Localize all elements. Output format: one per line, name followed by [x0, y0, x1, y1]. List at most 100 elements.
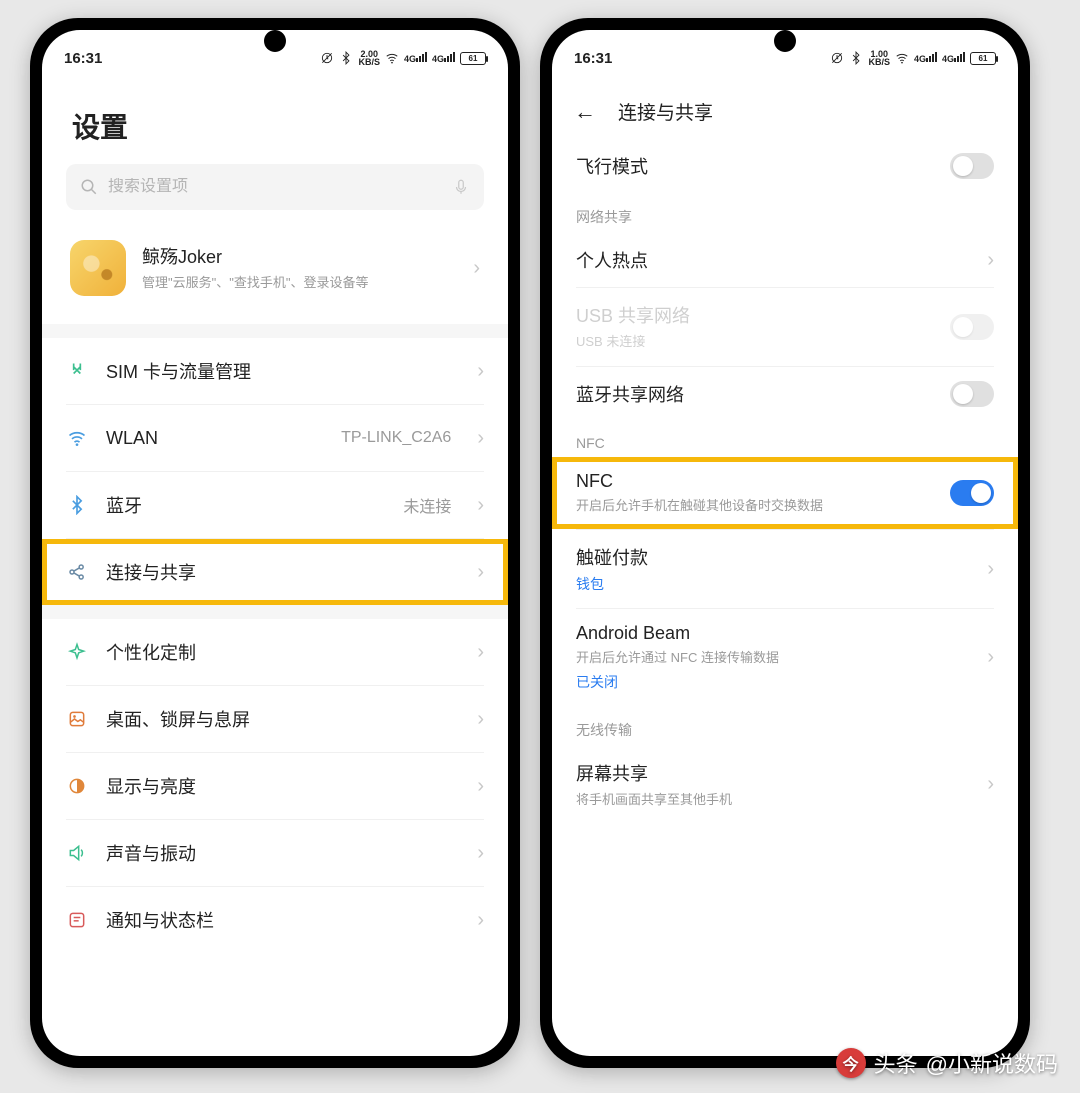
chevron-right-icon: › [477, 842, 484, 865]
settings-row-WLAN[interactable]: WLAN TP-LINK_C2A6 › [42, 405, 508, 471]
chevron-right-icon: › [477, 909, 484, 932]
chevron-right-icon: › [477, 561, 484, 584]
wifi-icon [66, 428, 88, 448]
row-nfc[interactable]: NFC 开启后允许手机在触碰其他设备时交换数据 [552, 457, 1018, 530]
usb-sub: USB 未连接 [576, 332, 936, 352]
chevron-right-icon: › [477, 775, 484, 798]
row-label: 连接与共享 [106, 559, 451, 585]
row-label: 蓝牙 [106, 492, 385, 518]
screenshare-sub: 将手机画面共享至其他手机 [576, 790, 973, 810]
section-nfc: NFC [552, 421, 1018, 457]
row-label: 通知与状态栏 [106, 907, 451, 933]
chevron-right-icon: › [987, 646, 994, 669]
row-label: 个性化定制 [106, 639, 451, 665]
settings-row-蓝牙[interactable]: 蓝牙未连接 › [42, 472, 508, 538]
touchpay-link: 钱包 [576, 574, 973, 594]
nfc-label: NFC [576, 471, 936, 492]
chevron-right-icon: › [987, 249, 994, 272]
settings-row-桌面、锁屏与息屏[interactable]: 桌面、锁屏与息屏 › [42, 686, 508, 752]
chevron-right-icon: › [987, 558, 994, 581]
signal-1: 4G [914, 52, 937, 64]
section-wireless: 无线传输 [552, 706, 1018, 746]
row-airplane-mode[interactable]: 飞行模式 [552, 139, 1018, 193]
chevron-right-icon: › [477, 708, 484, 731]
camera-notch [774, 30, 796, 52]
signal-2: 4G [942, 52, 965, 64]
bt-tether-toggle[interactable] [950, 381, 994, 407]
bluetooth-status-icon [339, 51, 353, 65]
phone-frame-right: 16:31 1.00KB/S 4G 4G 61 ← 连接与共享 飞行模式 [540, 18, 1030, 1068]
display-icon [66, 776, 88, 796]
account-name: 鲸殇Joker [142, 243, 457, 269]
beam-sub: 开启后允许通过 NFC 连接传输数据 [576, 648, 973, 668]
phone-frame-left: 16:31 2.00KB/S 4G 4G 61 设置 [30, 18, 520, 1068]
bt-tether-label: 蓝牙共享网络 [576, 381, 936, 407]
row-label: WLAN [106, 428, 323, 449]
search-bar[interactable] [66, 164, 484, 210]
beam-status: 已关闭 [576, 672, 973, 692]
beam-label: Android Beam [576, 623, 973, 644]
bluetooth-status-icon [849, 51, 863, 65]
row-hotspot[interactable]: 个人热点 › [552, 233, 1018, 287]
screenshare-label: 屏幕共享 [576, 760, 973, 786]
row-value: TP-LINK_C2A6 [341, 429, 451, 447]
page-title: 连接与共享 [618, 98, 713, 125]
touchpay-label: 触碰付款 [576, 544, 973, 570]
settings-row-声音与振动[interactable]: 声音与振动 › [42, 820, 508, 886]
chevron-right-icon: › [473, 257, 480, 280]
desktop-icon [66, 709, 88, 729]
page-header: ← 连接与共享 [552, 78, 1018, 139]
search-icon [80, 178, 98, 196]
sim-icon [66, 361, 88, 381]
chevron-right-icon: › [477, 427, 484, 450]
usb-toggle [950, 314, 994, 340]
camera-notch [264, 30, 286, 52]
row-android-beam[interactable]: Android Beam 开启后允许通过 NFC 连接传输数据 已关闭 › [552, 609, 1018, 706]
settings-row-显示与亮度[interactable]: 显示与亮度 › [42, 753, 508, 819]
nfc-sub: 开启后允许手机在触碰其他设备时交换数据 [576, 496, 936, 516]
search-input[interactable] [108, 178, 442, 196]
dnd-icon [830, 51, 844, 65]
settings-row-连接与共享[interactable]: 连接与共享 › [42, 539, 508, 605]
settings-row-通知与状态栏[interactable]: 通知与状态栏 › [42, 887, 508, 953]
back-button[interactable]: ← [574, 99, 596, 125]
signal-2: 4G [432, 52, 455, 64]
row-value: 未连接 [403, 493, 451, 517]
wifi-status-icon [385, 51, 399, 65]
watermark: 今 头条 @小新说数码 [836, 1047, 1058, 1079]
row-usb-tether: USB 共享网络 USB 未连接 [552, 288, 1018, 366]
section-network-share: 网络共享 [552, 193, 1018, 233]
notify-icon [66, 910, 88, 930]
chevron-right-icon: › [477, 360, 484, 383]
mic-icon[interactable] [452, 178, 470, 196]
airplane-toggle[interactable] [950, 153, 994, 179]
chevron-right-icon: › [477, 494, 484, 517]
bluetooth-icon [66, 495, 88, 515]
section-divider [42, 324, 508, 338]
settings-row-SIM 卡与流量管理[interactable]: SIM 卡与流量管理 › [42, 338, 508, 404]
row-label: SIM 卡与流量管理 [106, 358, 451, 384]
sound-icon [66, 843, 88, 863]
account-sub: 管理"云服务"、"查找手机"、登录设备等 [142, 273, 457, 293]
row-screen-share[interactable]: 屏幕共享 将手机画面共享至其他手机 › [552, 746, 1018, 824]
toutiao-icon: 今 [836, 1048, 866, 1078]
row-label: 声音与振动 [106, 840, 451, 866]
row-bt-tether[interactable]: 蓝牙共享网络 [552, 367, 1018, 421]
status-time: 16:31 [574, 50, 612, 67]
row-label: 显示与亮度 [106, 773, 451, 799]
airplane-label: 飞行模式 [576, 153, 936, 179]
row-touch-pay[interactable]: 触碰付款 钱包 › [552, 530, 1018, 608]
signal-1: 4G [404, 52, 427, 64]
nfc-toggle[interactable] [950, 480, 994, 506]
page-title: 设置 [42, 78, 508, 164]
avatar [70, 240, 126, 296]
row-label: 桌面、锁屏与息屏 [106, 706, 451, 732]
usb-label: USB 共享网络 [576, 302, 936, 328]
settings-row-个性化定制[interactable]: 个性化定制 › [42, 619, 508, 685]
dnd-icon [320, 51, 334, 65]
palette-icon [66, 642, 88, 662]
chevron-right-icon: › [987, 773, 994, 796]
hotspot-label: 个人热点 [576, 247, 973, 273]
account-card[interactable]: 鲸殇Joker 管理"云服务"、"查找手机"、登录设备等 › [66, 232, 484, 304]
chevron-right-icon: › [477, 641, 484, 664]
